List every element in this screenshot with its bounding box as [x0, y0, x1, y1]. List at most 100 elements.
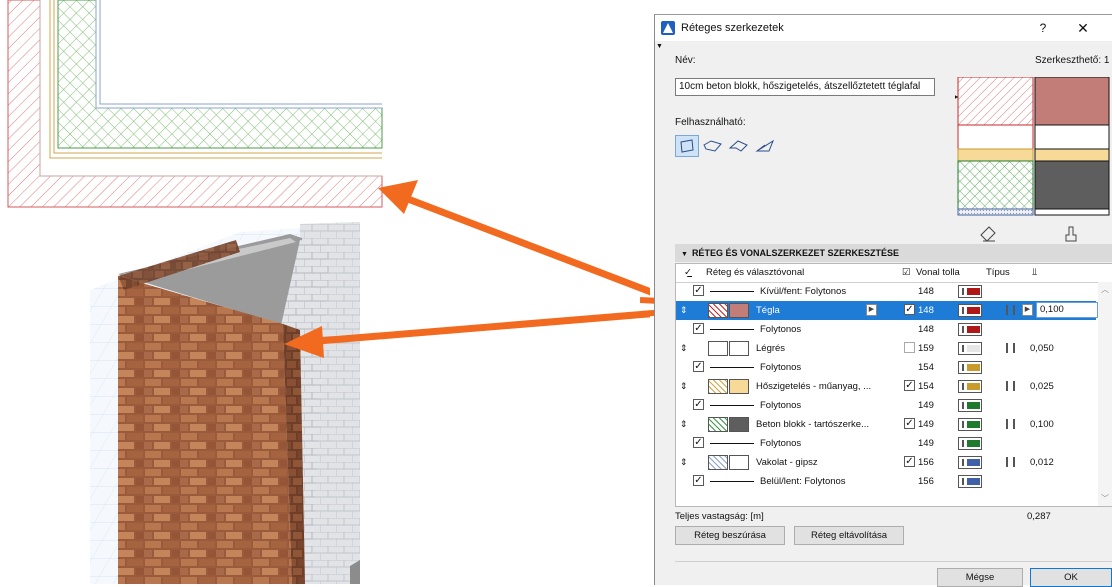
line-type-icon[interactable] — [1004, 380, 1018, 393]
line-name: Folytonos — [760, 400, 802, 411]
dialog-titlebar: Réteges szerkezetek ? ✕ — [655, 15, 1112, 41]
layer-name: Légrés — [756, 343, 786, 354]
pen-color-swatch[interactable] — [958, 456, 982, 469]
show-column-check-icon[interactable]: ✓̲ — [684, 267, 692, 278]
line-visible-checkbox[interactable]: ✓ — [693, 323, 704, 334]
wall-icon[interactable] — [675, 135, 699, 157]
line-type-icon[interactable] — [1004, 456, 1018, 469]
insert-layer-button[interactable]: Réteg beszúrása — [675, 526, 785, 545]
cut-fill-swatch[interactable] — [708, 303, 728, 318]
surface-swatch[interactable] — [729, 341, 749, 356]
layer-row[interactable]: ⇕ Légrés 159 0,050 — [676, 339, 1096, 358]
separator-line-row[interactable]: ✓ Folytonos 148 — [676, 320, 1096, 339]
surface-swatch[interactable] — [729, 303, 749, 318]
line-type-icon[interactable] — [1004, 418, 1018, 431]
separator-line-row[interactable]: ✓ Kívül/fent: Folytonos 148 — [676, 282, 1096, 301]
layer-name: Beton blokk - tartószerke... — [756, 419, 869, 430]
ok-button[interactable]: OK — [1030, 568, 1112, 587]
pen-number: 154 — [918, 362, 934, 373]
cancel-button[interactable]: Mégse — [937, 568, 1023, 587]
thickness-value: 0,050 — [1030, 343, 1054, 354]
remove-layer-button[interactable]: Réteg eltávolítása — [794, 526, 904, 545]
roof-icon[interactable] — [727, 135, 751, 157]
line-type-icon[interactable] — [1004, 342, 1018, 355]
slab-icon[interactable] — [701, 135, 725, 157]
fill-visible-checkbox[interactable]: ✓ — [904, 456, 915, 467]
pen-color-swatch[interactable] — [958, 380, 982, 393]
fill-visible-checkbox[interactable]: ✓ — [904, 304, 915, 315]
cut-fill-swatch[interactable] — [708, 455, 728, 470]
layer-row[interactable]: ⇕ Beton blokk - tartószerke... ✓ 149 0,100 — [676, 415, 1096, 434]
fill-visible-checkbox[interactable]: ✓ — [904, 418, 915, 429]
help-button[interactable]: ? — [1035, 19, 1051, 37]
thickness-field[interactable]: 0,100 — [1036, 302, 1098, 318]
side-marker-icon: ▼ — [656, 43, 663, 50]
drag-handle-icon[interactable]: ⇕ — [680, 453, 688, 472]
pen-number: 159 — [918, 343, 934, 354]
total-thickness-value: 0,287 — [1027, 511, 1051, 522]
fill-toggle-column-icon[interactable]: ☑ — [902, 267, 911, 278]
pen-number: 149 — [918, 400, 934, 411]
line-type-icon[interactable] — [1004, 304, 1018, 317]
layer-name: Hőszigetelés - műanyag, ... — [756, 381, 872, 392]
thickness-value: 0,025 — [1030, 381, 1054, 392]
collapse-chevron-icon[interactable]: ▼ — [681, 246, 688, 264]
pen-color-swatch[interactable] — [958, 437, 982, 450]
close-button[interactable]: ✕ — [1075, 19, 1091, 37]
drag-handle-icon[interactable]: ⇕ — [680, 301, 688, 320]
drag-handle-icon[interactable]: ⇕ — [680, 377, 688, 396]
composite-preview — [955, 77, 1110, 242]
fill-visible-checkbox[interactable]: ✓ — [904, 380, 915, 391]
scroll-down-icon[interactable]: ﹀ — [1101, 493, 1109, 504]
layer-row[interactable]: ⇕ Vakolat - gipsz ✓ 156 0,012 — [676, 453, 1096, 472]
type-popup-arrow-icon[interactable]: ▶ — [1022, 304, 1033, 316]
wall-illustration-canvas — [7, 0, 674, 584]
line-visible-checkbox[interactable]: ✓ — [693, 475, 704, 486]
line-sample — [710, 291, 754, 292]
pen-number: 156 — [918, 457, 934, 468]
pen-color-swatch[interactable] — [958, 342, 982, 355]
column-pen: Vonal tolla — [916, 267, 960, 278]
separator-line-row[interactable]: ✓ Belül/lent: Folytonos 156 — [676, 472, 1096, 491]
pen-color-swatch[interactable] — [958, 475, 982, 488]
drag-handle-icon[interactable]: ⇕ — [680, 415, 688, 434]
cut-fill-swatch[interactable] — [708, 379, 728, 394]
layer-row[interactable]: ⇕ Tégla ▶ ✓ 148 ▶ 0,100 — [676, 301, 1098, 320]
pen-number: 148 — [918, 324, 934, 335]
line-visible-checkbox[interactable]: ✓ — [693, 437, 704, 448]
thickness-column-icon: ⫫ — [1032, 267, 1038, 278]
line-visible-checkbox[interactable]: ✓ — [693, 285, 704, 296]
layer-row[interactable]: ⇕ Hőszigetelés - műanyag, ... ✓ 154 0,025 — [676, 377, 1096, 396]
surface-swatch[interactable] — [729, 379, 749, 394]
surface-swatch[interactable] — [729, 417, 749, 432]
cut-fill-swatch[interactable] — [708, 341, 728, 356]
pen-color-swatch[interactable] — [958, 323, 982, 336]
line-visible-checkbox[interactable]: ✓ — [693, 361, 704, 372]
table-header: ✓̲ Réteg és választóvonal ☑ Vonal tolla … — [676, 264, 1112, 283]
composite-name-field[interactable]: 10cm beton blokk, hőszigetelés, átszellő… — [675, 78, 935, 96]
separator-line-row[interactable]: ✓ Folytonos 149 — [676, 434, 1096, 453]
separator-line-row[interactable]: ✓ Folytonos 154 — [676, 358, 1096, 377]
line-visible-checkbox[interactable]: ✓ — [693, 399, 704, 410]
fill-visible-checkbox[interactable] — [904, 342, 915, 353]
drag-handle-icon[interactable]: ⇕ — [680, 339, 688, 358]
line-sample — [710, 443, 754, 444]
separator-line-row[interactable]: ✓ Folytonos 149 — [676, 396, 1096, 415]
scroll-up-icon[interactable]: ︿ — [1101, 284, 1109, 295]
table-scrollbar[interactable]: ︿ ﹀ — [1098, 282, 1112, 506]
wall-3d-view — [90, 222, 360, 584]
column-type: Típus — [986, 267, 1010, 278]
pen-color-swatch[interactable] — [958, 361, 982, 374]
pen-color-swatch[interactable] — [958, 285, 982, 298]
pen-color-swatch[interactable] — [958, 304, 982, 317]
line-name: Folytonos — [760, 362, 802, 373]
pen-color-swatch[interactable] — [958, 399, 982, 412]
cut-fill-icon[interactable] — [980, 226, 996, 242]
section-header[interactable]: ▼ RÉTEG ÉS VONALSZERKEZET SZERKESZTÉSE — [675, 244, 1112, 262]
pen-color-swatch[interactable] — [958, 418, 982, 431]
surface-swatch[interactable] — [729, 455, 749, 470]
cut-fill-swatch[interactable] — [708, 417, 728, 432]
shell-icon[interactable] — [753, 135, 777, 157]
surface-brush-icon[interactable] — [1065, 226, 1077, 242]
layer-popup-arrow-icon[interactable]: ▶ — [866, 304, 877, 316]
